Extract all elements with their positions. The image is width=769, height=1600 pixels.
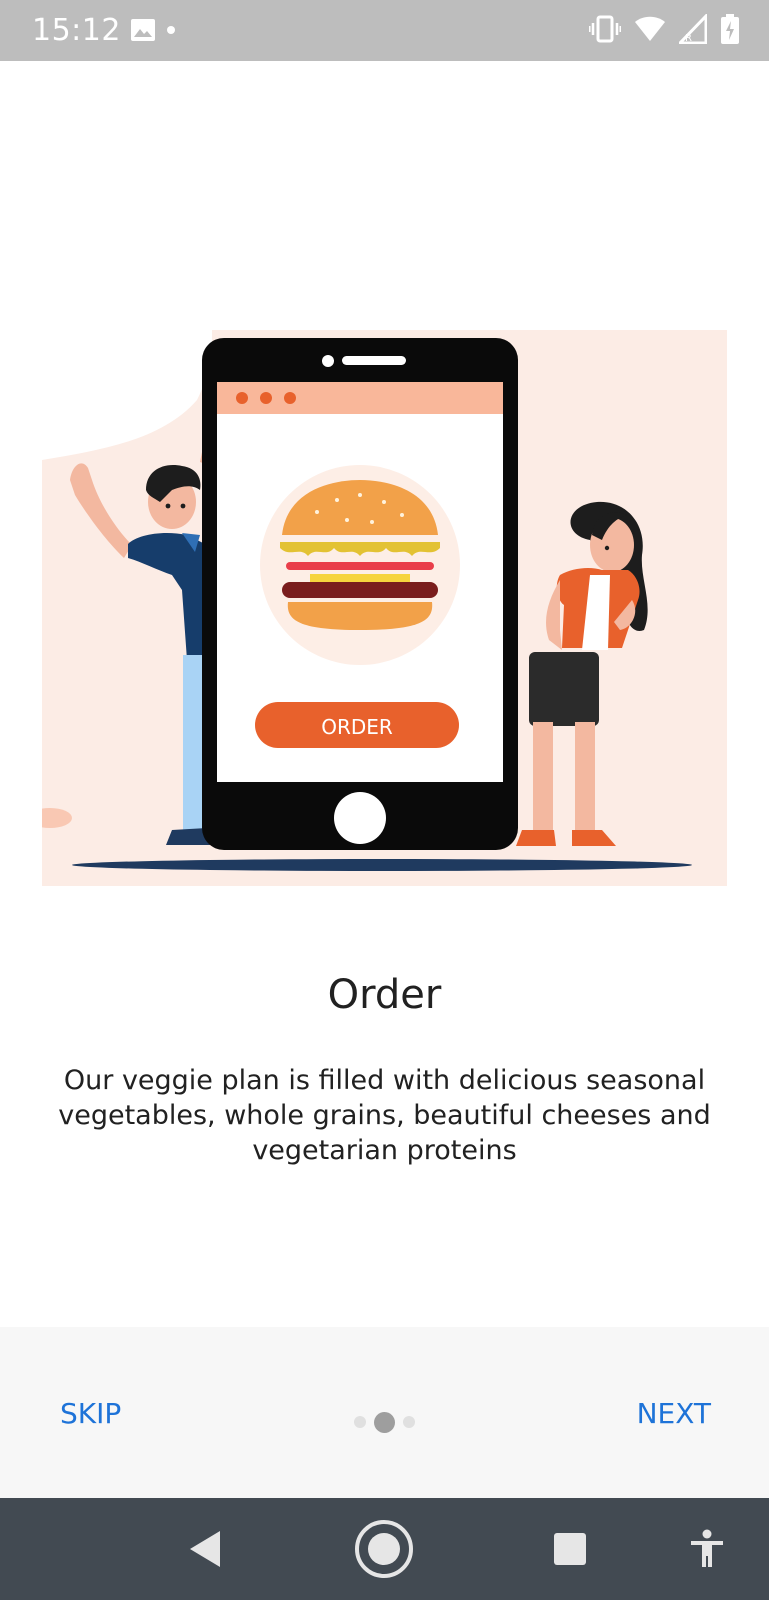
back-icon	[190, 1531, 220, 1567]
phone-mockup: ORDER	[202, 338, 518, 850]
image-icon	[131, 19, 155, 41]
order-illustration: ORDER	[28, 330, 727, 886]
home-icon	[355, 1520, 413, 1578]
status-time: 15:12	[32, 13, 121, 48]
accessibility-button[interactable]	[672, 1498, 742, 1600]
wifi-icon	[635, 16, 665, 41]
back-button[interactable]	[170, 1498, 240, 1600]
slide-title: Order	[327, 972, 442, 1018]
onboarding-illustration: ORDER	[28, 330, 727, 886]
status-left-icons	[130, 18, 176, 42]
status-right-icons: R	[589, 14, 739, 44]
navigation-bar	[0, 1498, 769, 1600]
slide-description: Our veggie plan is filled with delicious…	[58, 1065, 711, 1166]
vibrate-icon	[589, 15, 621, 43]
signal-icon: R	[679, 14, 707, 44]
page-dot-2-active[interactable]	[374, 1411, 395, 1433]
accessibility-icon	[691, 1529, 723, 1567]
home-button[interactable]	[344, 1498, 424, 1600]
dot-icon	[167, 26, 175, 34]
recents-icon	[554, 1533, 586, 1565]
battery-icon	[721, 14, 739, 44]
burger-image	[260, 465, 460, 665]
order-button-label: ORDER	[321, 715, 393, 739]
recents-button[interactable]	[535, 1498, 605, 1600]
next-button[interactable]: NEXT	[637, 1397, 711, 1430]
status-bar: 15:12 R	[0, 0, 769, 61]
page-dot-1[interactable]	[354, 1416, 366, 1428]
onboarding-controls: SKIP NEXT	[0, 1327, 769, 1498]
page-dot-3[interactable]	[403, 1416, 415, 1428]
svg-text:R: R	[685, 33, 692, 44]
